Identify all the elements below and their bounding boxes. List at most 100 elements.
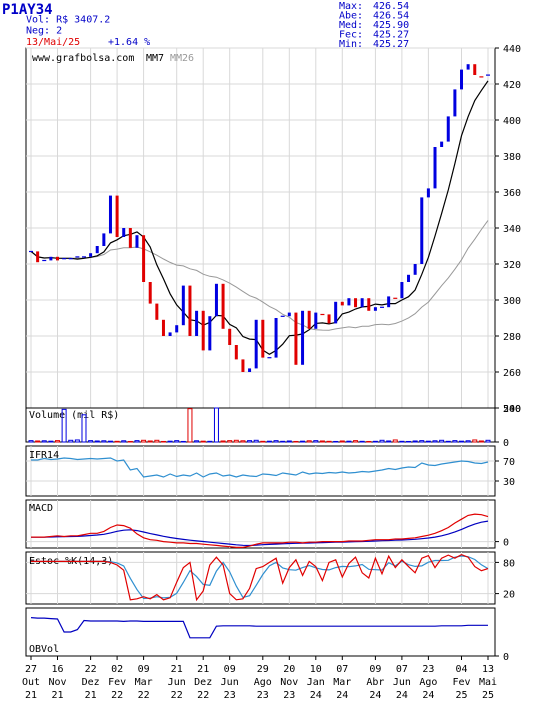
x-tick-month: Ago [254, 677, 272, 688]
candle [228, 328, 232, 345]
y-tick-label: 20 [503, 590, 515, 601]
candle [128, 228, 132, 248]
candle [102, 233, 106, 246]
candle [287, 312, 291, 317]
candle [360, 298, 364, 308]
x-tick-year: 23 [224, 690, 236, 701]
x-tick-year: 21 [51, 690, 63, 701]
candle [188, 285, 192, 336]
x-tick-year: 24 [369, 690, 381, 701]
candle [267, 357, 272, 359]
x-tick-day: 23 [422, 664, 434, 675]
x-tick-day: 29 [257, 664, 269, 675]
candle [142, 235, 146, 282]
ifr-panel: 7030IFR14 [25, 445, 515, 497]
y-tick-label: 80 [503, 558, 515, 569]
x-tick-month: Jun [393, 677, 411, 688]
y-tick-label: 400 [503, 116, 521, 127]
legend-ma26: MM26 [170, 53, 194, 64]
x-tick-year: 21 [85, 690, 97, 701]
volume-bar [293, 440, 299, 443]
x-tick-year: 24 [422, 690, 434, 701]
candle [234, 345, 238, 360]
candle [214, 283, 218, 317]
y-tick-label: 0 [503, 652, 509, 663]
x-tick-day: 20 [283, 664, 295, 675]
candle [36, 251, 40, 263]
candle [354, 298, 358, 308]
x-tick-month: Ago [419, 677, 437, 688]
y-tick-label: 320 [503, 260, 521, 271]
candle [49, 256, 53, 261]
x-tick-month: Mar [135, 677, 153, 688]
y-tick-label: 280 [503, 332, 521, 343]
volume-bar [160, 440, 166, 443]
x-tick-year: 24 [336, 690, 348, 701]
y-tick-label: 260 [503, 368, 521, 379]
candle [122, 228, 126, 237]
y-tick-label: 0 [503, 538, 509, 549]
candle [241, 359, 245, 372]
volume-bar [333, 440, 339, 443]
candle [115, 195, 119, 237]
change-readout: +1.64 % [108, 37, 150, 48]
x-tick-month: Dez [82, 677, 100, 688]
volume-bar [372, 440, 378, 443]
panel-frame [25, 607, 496, 657]
x-tick-month: Fev [108, 677, 126, 688]
candle [68, 258, 73, 260]
candle [75, 256, 80, 258]
y-tick-label: 420 [503, 80, 521, 91]
volume-bar [459, 440, 465, 443]
volume-bar [445, 440, 451, 443]
candle [347, 298, 351, 306]
x-tick-month: Mar [333, 677, 351, 688]
volume-bar [399, 440, 405, 443]
x-tick-month: Abr [366, 677, 384, 688]
x-tick-day: 04 [455, 664, 467, 675]
x-tick-day: 21 [171, 664, 183, 675]
x-tick-year: 22 [197, 690, 209, 701]
x-tick-month: Fev [452, 677, 470, 688]
x-tick-month: Jun [221, 677, 239, 688]
price-panel: 240260280300320340360380400420440www.gra… [25, 44, 521, 415]
x-tick-day: 07 [396, 664, 408, 675]
candle [274, 318, 278, 358]
volume-bar [127, 440, 133, 443]
candle [393, 297, 398, 299]
candle [89, 253, 93, 257]
candle [161, 319, 165, 336]
x-tick-day: 09 [369, 664, 381, 675]
candle [327, 314, 331, 324]
x-tick-year: 25 [482, 690, 494, 701]
volume-bar [425, 440, 431, 443]
volume-bar [366, 440, 372, 443]
volume-bar [266, 440, 272, 443]
candle [221, 283, 225, 329]
x-tick-year: 22 [171, 690, 183, 701]
candle [168, 332, 172, 336]
candle [420, 197, 424, 264]
candle [320, 313, 325, 316]
x-tick-month: Dez [194, 677, 212, 688]
volume-bar [326, 440, 332, 443]
volume-bar [260, 440, 266, 443]
x-tick-day: 27 [25, 664, 37, 675]
candle [400, 282, 404, 299]
volume-readout: Vol: R$ 3407.2 [26, 15, 110, 26]
x-tick-year: 23 [257, 690, 269, 701]
x-tick-day: 10 [310, 664, 322, 675]
candle [201, 310, 205, 351]
candle [460, 69, 464, 90]
candle [29, 250, 33, 253]
candle [373, 307, 377, 311]
candle [175, 325, 179, 333]
x-tick-month: Mai [479, 677, 497, 688]
candle [413, 264, 417, 275]
candle [426, 188, 430, 198]
candle [261, 319, 265, 358]
x-tick-month: Jan [307, 677, 325, 688]
x-tick-day: 07 [336, 664, 348, 675]
candle [440, 141, 444, 147]
y-tick-label: 500 [503, 404, 521, 415]
